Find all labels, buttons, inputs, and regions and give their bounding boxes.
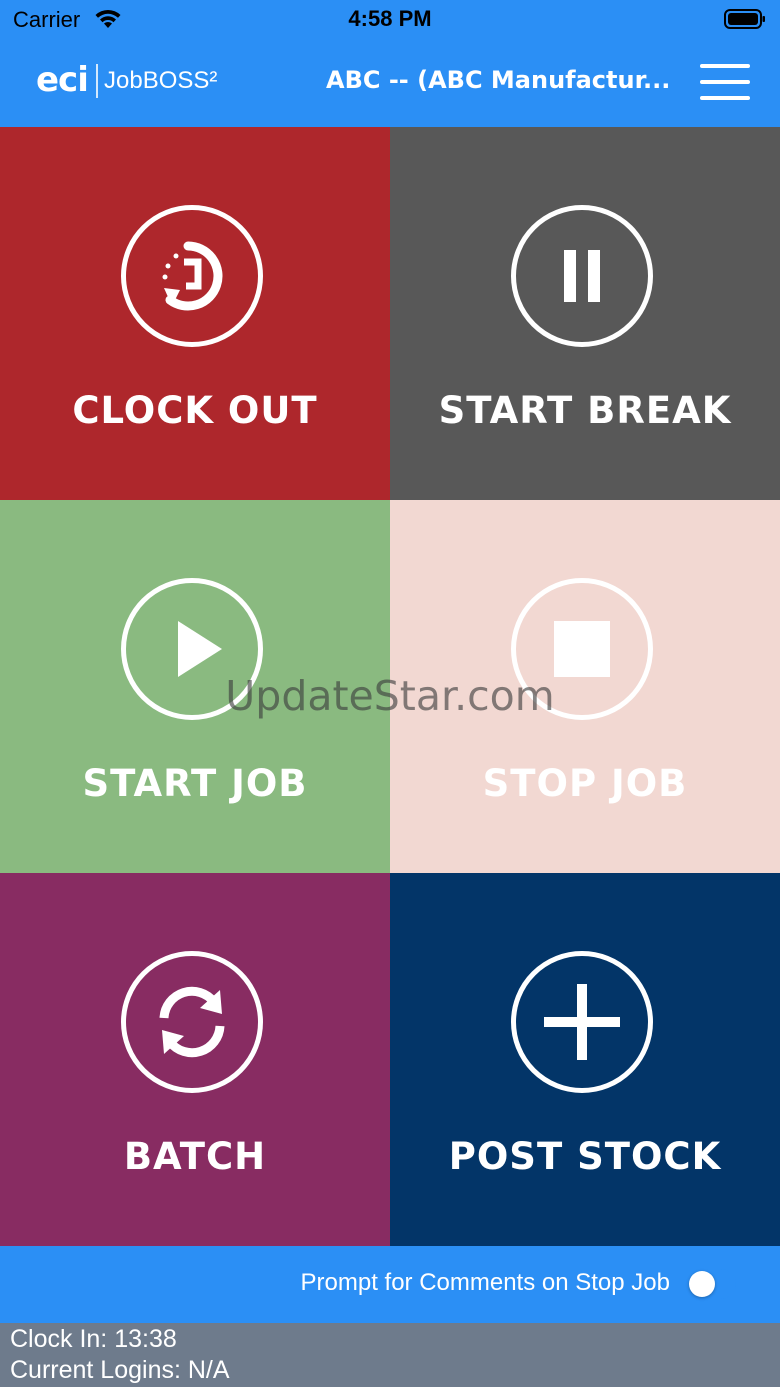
current-logins-text: Current Logins: N/A	[10, 1356, 230, 1384]
battery-icon	[724, 9, 765, 29]
post-stock-button[interactable]: POST STOCK	[390, 873, 780, 1246]
plus-icon	[511, 951, 653, 1093]
toggle-knob	[689, 1271, 715, 1297]
logo-eci-text: eci	[36, 60, 89, 100]
prompt-label: Prompt for Comments on Stop Job	[300, 1269, 671, 1296]
clock-out-label: CLOCK OUT	[72, 389, 318, 432]
stop-job-label: STOP JOB	[482, 762, 688, 805]
status-bar: Carrier 4:58 PM	[0, 0, 780, 40]
start-break-button[interactable]: START BREAK	[390, 127, 780, 500]
footer-status: Clock In: 13:38 Current Logins: N/A	[0, 1323, 780, 1387]
batch-label: BATCH	[123, 1135, 267, 1178]
clock-out-icon	[121, 205, 263, 347]
watermark: UpdateStar.com	[225, 672, 555, 720]
clock-time: 4:58 PM	[348, 6, 432, 31]
clock-out-button[interactable]: CLOCK OUT	[0, 127, 390, 500]
clock-in-text: Clock In: 13:38	[10, 1325, 177, 1353]
start-break-label: START BREAK	[438, 389, 732, 432]
logo-separator	[96, 64, 98, 98]
start-job-label: START JOB	[82, 762, 308, 805]
batch-button[interactable]: BATCH	[0, 873, 390, 1246]
post-stock-label: POST STOCK	[448, 1135, 722, 1178]
pause-icon	[511, 205, 653, 347]
nav-bar: eci JobBOSS² ABC -- (ABC Manufactur...	[0, 40, 780, 127]
hamburger-menu-icon[interactable]	[698, 62, 752, 102]
refresh-icon	[121, 951, 263, 1093]
logo-product-text: JobBOSS²	[104, 67, 218, 94]
prompt-bar: Prompt for Comments on Stop Job	[0, 1246, 780, 1323]
app-logo: eci JobBOSS²	[36, 48, 232, 116]
prompt-toggle[interactable]	[686, 1269, 736, 1299]
company-title: ABC -- (ABC Manufactur...	[326, 66, 671, 94]
